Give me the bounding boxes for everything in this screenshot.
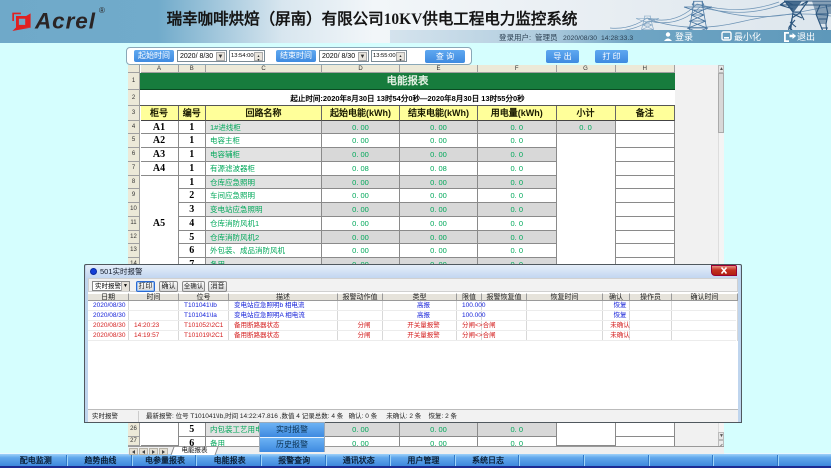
svg-text:®: ® — [99, 6, 105, 15]
svg-text:最小化: 最小化 — [734, 31, 761, 42]
svg-text:2020/08/30: 2020/08/30 — [563, 35, 597, 42]
svg-text:登录: 登录 — [675, 32, 693, 42]
svg-text:瑞幸咖啡烘焙（屏南）有限公司10KV供电工程电力监控系统: 瑞幸咖啡烘焙（屏南）有限公司10KV供电工程电力监控系统 — [167, 9, 578, 28]
svg-text:Acrel: Acrel — [34, 9, 96, 34]
svg-text:管理员: 管理员 — [535, 32, 558, 42]
svg-text:退出: 退出 — [797, 31, 815, 42]
svg-text:14:28:33.3: 14:28:33.3 — [601, 35, 633, 42]
svg-text:登录用户:: 登录用户: — [499, 32, 531, 42]
